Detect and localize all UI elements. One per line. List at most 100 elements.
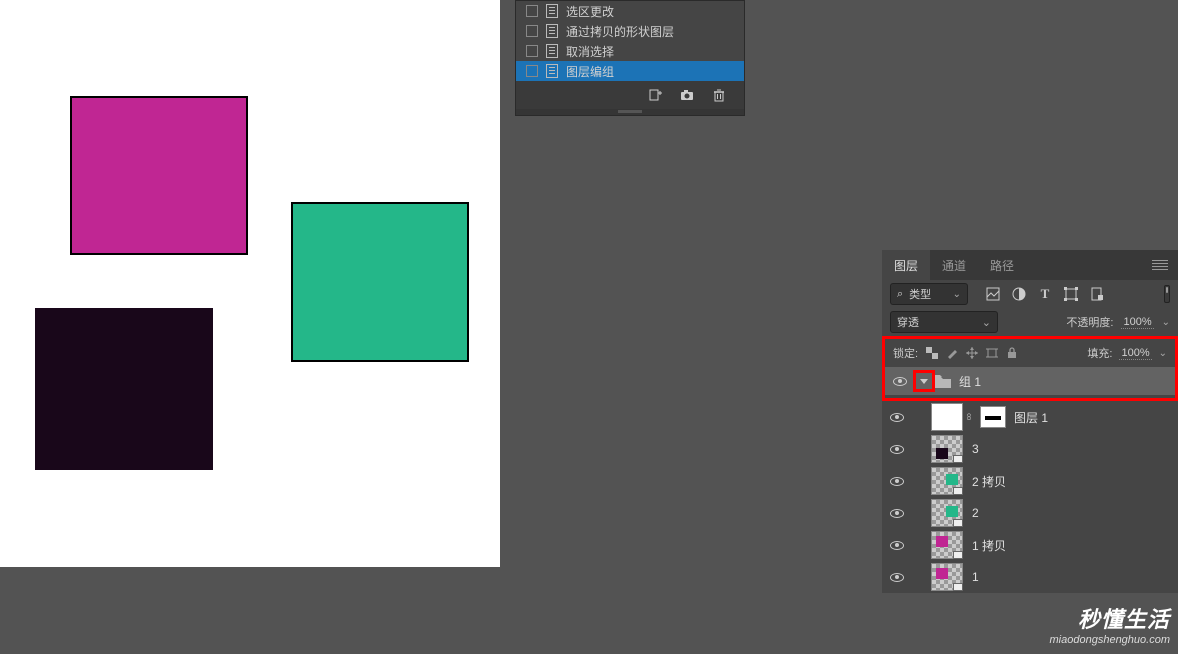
tab-layers[interactable]: 图层 [882,250,930,280]
history-checkbox[interactable] [526,45,538,57]
filter-shape-icon[interactable] [1064,287,1078,301]
camera-icon[interactable] [680,88,694,102]
document-icon [546,64,558,78]
shape-badge-icon [953,455,963,463]
layer-thumbnail[interactable] [931,435,963,463]
fill-dropdown-icon[interactable]: ⌄ [1159,348,1167,359]
lock-pixels-icon[interactable] [945,347,958,360]
layer-thumbnail[interactable] [931,403,963,431]
visibility-icon[interactable] [890,477,904,486]
layer-name[interactable]: 1 拷贝 [972,537,1006,554]
panel-menu-icon[interactable] [1152,260,1168,270]
history-checkbox[interactable] [526,5,538,17]
layer-name[interactable]: 1 [972,570,979,584]
layer-thumbnail[interactable] [931,563,963,591]
fill-label: 填充: [1087,345,1112,361]
filter-row: ⌕ 类型 T [882,280,1178,308]
layer-row[interactable]: 3 [882,433,1178,465]
opacity-label: 不透明度: [1066,314,1113,330]
canvas-area[interactable] [0,0,500,567]
shape-magenta-rectangle[interactable] [70,96,248,255]
layer-name[interactable]: 3 [972,442,979,456]
layer-thumbnail[interactable] [931,499,963,527]
kind-filter-dropdown[interactable]: ⌕ 类型 [890,283,968,305]
history-item[interactable]: 取消选择 [516,41,744,61]
shape-badge-icon [953,519,963,527]
tab-paths[interactable]: 路径 [978,250,1026,280]
lock-all-icon[interactable] [1005,347,1018,360]
history-label: 通过拷贝的形状图层 [566,23,674,40]
visibility-icon[interactable] [890,509,904,518]
kind-label: 类型 [909,286,931,302]
history-label: 取消选择 [566,43,614,60]
layer-thumbnail[interactable] [931,531,963,559]
layer-name[interactable]: 2 拷贝 [972,473,1006,490]
history-checkbox[interactable] [526,65,538,77]
history-item[interactable]: 图层编组 [516,61,744,81]
blend-mode-value: 穿透 [897,314,919,330]
watermark: 秒懂生活 miaodongshenghuo.com [1050,602,1170,646]
layer-row[interactable]: 𝟾 图层 1 [882,401,1178,433]
fill-value[interactable]: 100% [1119,347,1151,360]
layer-row[interactable]: 2 [882,497,1178,529]
mask-link-icon[interactable]: 𝟾 [964,412,974,423]
filter-toggle[interactable] [1164,285,1170,303]
lock-artboard-icon[interactable] [985,347,998,360]
history-item[interactable]: 通过拷贝的形状图层 [516,21,744,41]
lock-position-icon[interactable] [965,347,978,360]
blend-mode-select[interactable]: 穿透 [890,311,998,333]
layers-panel: 图层 通道 路径 ⌕ 类型 T 穿透 不透明度: 100% ⌄ 锁定: [882,250,1178,593]
filter-type-icon[interactable]: T [1038,287,1052,301]
shape-badge-icon [953,583,963,591]
group-chevron-highlight[interactable] [913,370,935,392]
visibility-icon[interactable] [890,413,904,422]
new-document-icon[interactable] [648,88,662,102]
opacity-dropdown-icon[interactable]: ⌄ [1162,317,1170,328]
watermark-text-en: miaodongshenghuo.com [1050,634,1170,646]
panel-tabs: 图层 通道 路径 [882,250,1178,280]
history-label: 选区更改 [566,3,614,20]
blend-row: 穿透 不透明度: 100% ⌄ [882,308,1178,336]
tab-channels[interactable]: 通道 [930,250,978,280]
layer-row[interactable]: 1 拷贝 [882,529,1178,561]
layer-group-row[interactable]: 组 1 [885,367,1175,395]
history-footer [516,81,744,109]
layer-thumbnail[interactable] [931,467,963,495]
shape-badge-icon [953,487,963,495]
visibility-icon[interactable] [890,573,904,582]
lock-label: 锁定: [893,345,918,361]
search-icon: ⌕ [897,288,903,301]
layer-name[interactable]: 组 1 [959,373,981,390]
layer-row[interactable]: 1 [882,561,1178,593]
watermark-text-cn: 秒懂生活 [1050,602,1170,634]
history-checkbox[interactable] [526,25,538,37]
visibility-icon[interactable] [893,377,907,386]
visibility-icon[interactable] [890,541,904,550]
filter-adjustment-icon[interactable] [1012,287,1026,301]
document-icon [546,44,558,58]
history-panel: 选区更改 通过拷贝的形状图层 取消选择 图层编组 [515,0,745,116]
document-icon [546,24,558,38]
shape-badge-icon [953,551,963,559]
shape-dark-rectangle[interactable] [35,308,213,470]
lock-row: 锁定: 填充: 100% ⌄ [885,339,1175,367]
layer-mask-thumbnail[interactable] [980,406,1006,428]
shape-green-rectangle[interactable] [291,202,469,362]
layer-name[interactable]: 2 [972,506,979,520]
history-item[interactable]: 选区更改 [516,1,744,21]
filter-icons: T [986,287,1104,301]
resize-handle[interactable] [516,109,744,115]
lock-transparent-icon[interactable] [925,347,938,360]
visibility-icon[interactable] [890,445,904,454]
filter-smart-icon[interactable] [1090,287,1104,301]
tutorial-highlight: 锁定: 填充: 100% ⌄ 组 1 [882,336,1178,401]
chevron-down-icon [920,379,928,384]
filter-pixel-icon[interactable] [986,287,1000,301]
folder-icon [935,375,951,388]
opacity-value[interactable]: 100% [1121,316,1153,329]
trash-icon[interactable] [712,88,726,102]
layer-row[interactable]: 2 拷贝 [882,465,1178,497]
layer-name[interactable]: 图层 1 [1014,409,1048,426]
history-label: 图层编组 [566,63,614,80]
document-icon [546,4,558,18]
